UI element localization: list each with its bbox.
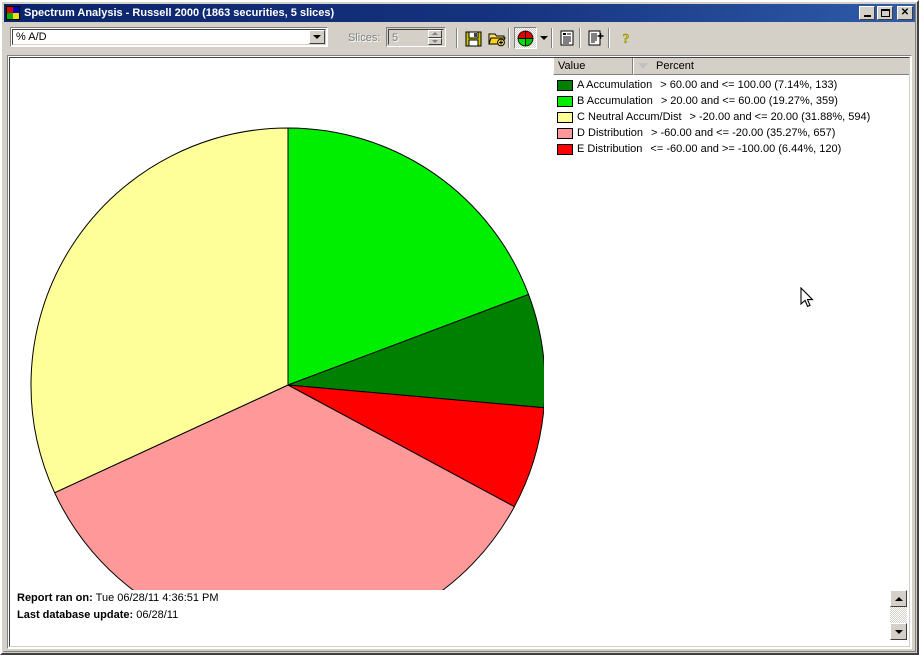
floppy-disk-icon xyxy=(465,31,482,46)
help-button[interactable]: ? xyxy=(614,27,637,49)
legend-column-percent-label: Percent xyxy=(656,60,694,72)
scrollbar-track[interactable] xyxy=(890,607,907,623)
mouse-cursor xyxy=(800,287,814,308)
report-view-button[interactable] xyxy=(555,27,578,49)
report-canvas: Value Percent A Accumulation > 60.00 and … xyxy=(9,57,910,647)
legend-row-range: > 20.00 and <= 60.00 (19.27%, 359) xyxy=(660,95,838,107)
scroll-down-button[interactable] xyxy=(890,623,907,640)
field-select-combo[interactable]: % A/D xyxy=(10,27,328,47)
legend-color-swatch xyxy=(557,143,573,155)
toolbar-separator xyxy=(579,28,581,48)
database-update-label: Last database update: xyxy=(17,609,134,621)
pie-chart-view-button[interactable] xyxy=(514,27,537,49)
application-window: Spectrum Analysis - Russell 2000 (1863 s… xyxy=(0,0,919,655)
database-update-line: Last database update: 06/28/11 xyxy=(17,607,219,624)
window-controls: ✕ xyxy=(857,6,913,20)
close-button[interactable]: ✕ xyxy=(897,6,913,20)
legend-color-swatch xyxy=(557,95,573,107)
report-ran-label: Report ran on: xyxy=(17,592,93,604)
legend-color-swatch xyxy=(557,127,573,139)
vertical-scrollbar[interactable] xyxy=(890,590,907,642)
pie-chart-icon xyxy=(6,6,20,20)
minimize-button[interactable] xyxy=(859,6,875,20)
slices-label: Slices: xyxy=(348,32,381,44)
toolbar-separator xyxy=(551,28,553,48)
maximize-button[interactable] xyxy=(877,6,893,20)
legend: Value Percent A Accumulation > 60.00 and … xyxy=(553,58,909,157)
slices-spin-buttons[interactable] xyxy=(428,30,442,45)
legend-row-name: C Neutral Accum/Dist xyxy=(577,111,682,123)
legend-row[interactable]: C Neutral Accum/Dist > -20.00 and <= 20.0… xyxy=(553,109,909,125)
report-content-panel: Value Percent A Accumulation > 60.00 and … xyxy=(7,55,912,649)
toolbar-separator xyxy=(508,28,510,48)
legend-row-range: <= -60.00 and >= -100.00 (6.44%, 120) xyxy=(650,143,842,155)
legend-row-name: D Distribution xyxy=(577,127,644,139)
field-select-value: % A/D xyxy=(16,31,47,43)
legend-column-value[interactable]: Value xyxy=(553,58,633,75)
toolbar-separator xyxy=(608,28,610,48)
legend-column-value-label: Value xyxy=(558,60,586,72)
legend-header: Value Percent xyxy=(553,58,909,75)
report-footer: Report ran on: Tue 06/28/11 4:36:51 PM L… xyxy=(17,590,219,624)
slices-stepper[interactable]: 5 xyxy=(386,27,446,47)
legend-row-name: B Accumulation xyxy=(577,95,653,107)
svg-text:?: ? xyxy=(622,32,629,46)
report-ran-value: Tue 06/28/11 4:36:51 PM xyxy=(95,592,219,604)
legend-column-percent[interactable]: Percent xyxy=(633,58,909,75)
question-mark-icon: ? xyxy=(622,32,629,46)
legend-row-range: > -20.00 and <= 20.00 (31.88%, 594) xyxy=(689,111,871,123)
legend-row[interactable]: D Distribution > -60.00 and <= -20.00 (35… xyxy=(553,125,909,141)
database-update-value: 06/28/11 xyxy=(136,609,179,621)
legend-row[interactable]: B Accumulation > 20.00 and <= 60.00 (19.2… xyxy=(553,93,909,109)
list-report-icon xyxy=(560,30,573,46)
detail-report-button[interactable] xyxy=(584,27,607,49)
legend-color-swatch xyxy=(557,111,573,123)
pie-chart-svg[interactable] xyxy=(24,70,546,643)
open-button[interactable] xyxy=(485,27,508,49)
pie-chart[interactable] xyxy=(24,70,546,643)
toolbar-separator xyxy=(456,28,458,48)
add-report-icon xyxy=(588,30,603,46)
legend-row[interactable]: A Accumulation > 60.00 and <= 100.00 (7.1… xyxy=(553,77,909,93)
title-bar[interactable]: Spectrum Analysis - Russell 2000 (1863 s… xyxy=(4,4,915,22)
legend-row-name: A Accumulation xyxy=(577,79,653,91)
scroll-up-button[interactable] xyxy=(890,590,907,607)
save-button[interactable] xyxy=(462,27,485,49)
legend-row-range: > -60.00 and <= -20.00 (35.27%, 657) xyxy=(651,127,836,139)
chart-type-dropdown[interactable] xyxy=(537,27,550,49)
pie-chart-icon xyxy=(517,30,534,46)
toolbar: % A/D Slices: 5 ? xyxy=(4,23,915,53)
slices-value: 5 xyxy=(392,32,399,44)
report-ran-line: Report ran on: Tue 06/28/11 4:36:51 PM xyxy=(17,590,219,607)
legend-row-name: E Distribution xyxy=(577,143,643,155)
open-folder-icon xyxy=(487,33,506,46)
window-title: Spectrum Analysis - Russell 2000 (1863 s… xyxy=(24,7,335,19)
slices-increment-button[interactable] xyxy=(428,30,442,38)
legend-color-swatch xyxy=(557,79,573,91)
slices-decrement-button[interactable] xyxy=(428,37,442,45)
legend-row[interactable]: E Distribution <= -60.00 and >= -100.00 (… xyxy=(553,141,909,157)
legend-rows: A Accumulation > 60.00 and <= 100.00 (7.1… xyxy=(553,77,909,157)
sort-descending-icon xyxy=(638,63,648,69)
legend-row-range: > 60.00 and <= 100.00 (7.14%, 133) xyxy=(660,79,838,91)
chevron-down-icon[interactable] xyxy=(309,30,325,44)
